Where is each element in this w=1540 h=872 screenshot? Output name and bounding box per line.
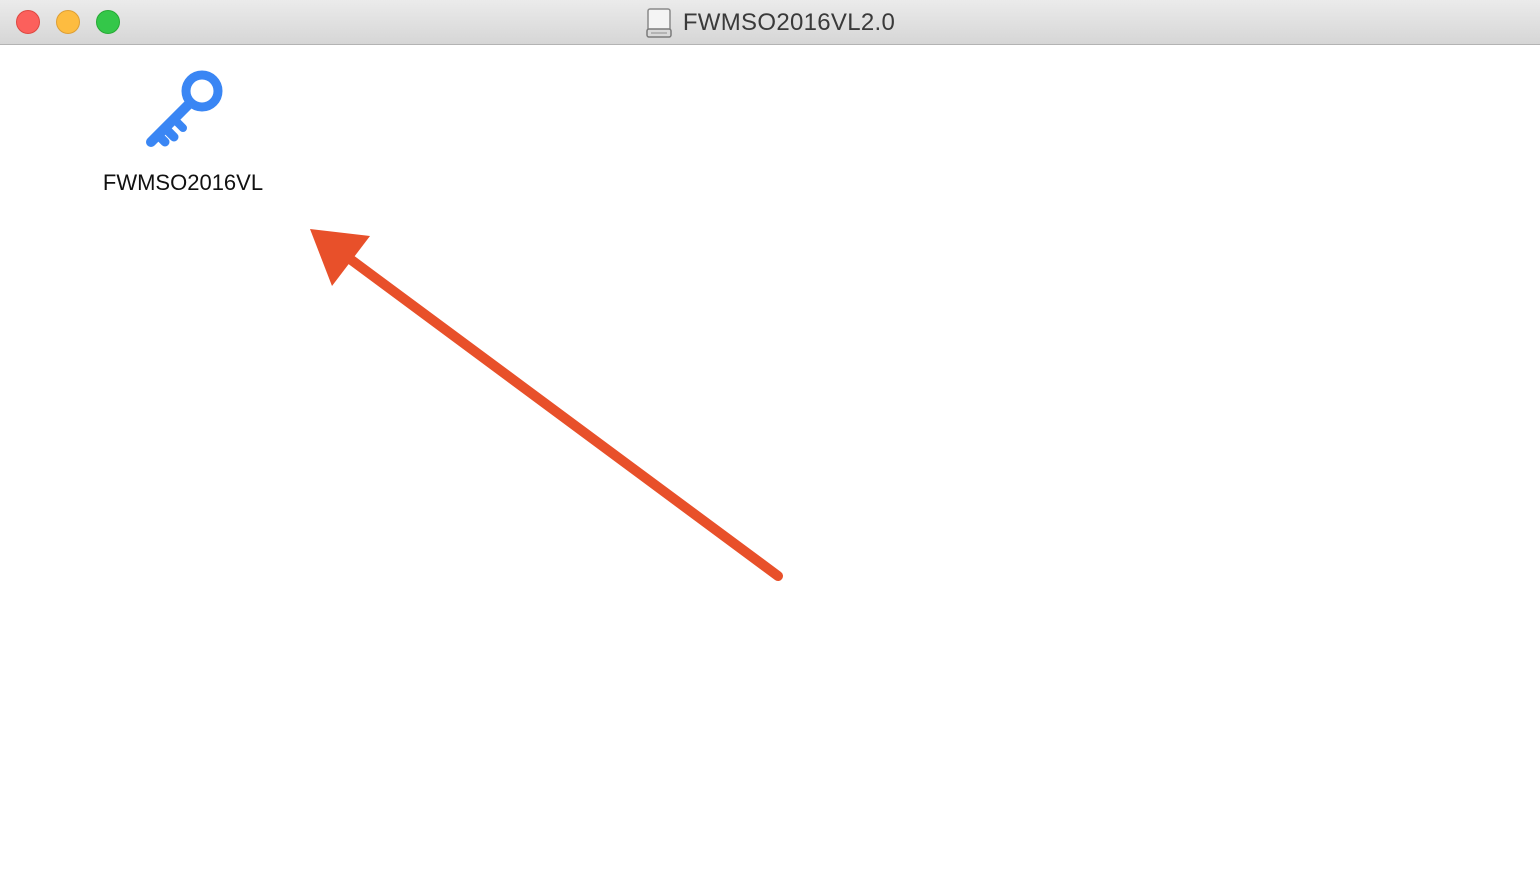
window-title: FWMSO2016VL2.0 [682,8,896,36]
finder-window: FWMSO2016VL2.0 FWMSO2016VL [0,0,1540,872]
disk-drive-icon [646,7,672,38]
file-name-label: FWMSO2016VL [102,170,264,195]
file-item-fwmso2016vl[interactable]: FWMSO2016VL [80,60,286,210]
key-icon[interactable] [143,66,227,150]
title-bar[interactable]: FWMSO2016VL2.0 [0,0,1540,45]
window-title-group: FWMSO2016VL2.0 [0,0,1540,45]
